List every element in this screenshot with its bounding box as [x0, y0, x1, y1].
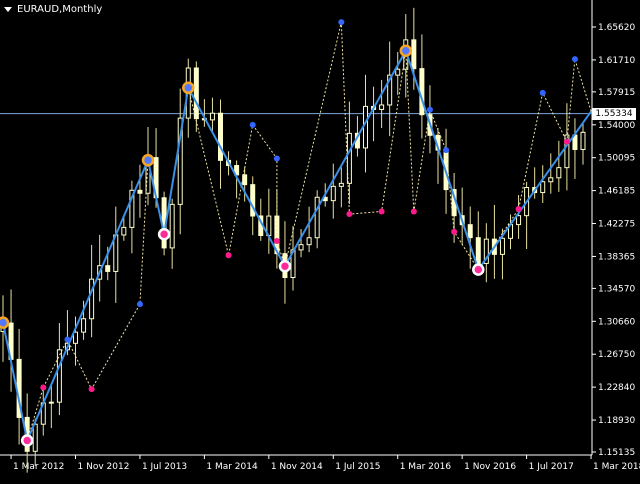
- candle-body-down: [411, 39, 417, 70]
- price-tick-label: 1.18930: [598, 416, 635, 426]
- price-tick-label: 1.46185: [598, 187, 635, 197]
- price-tick-label: 1.65620: [598, 23, 635, 33]
- candle-body-down: [105, 265, 111, 272]
- price-chart[interactable]: 1.65620 1.61710 1.57915 1.54000 1.50095 1.461…: [0, 0, 640, 480]
- major-high-marker: [0, 316, 10, 329]
- swing-low-dot: [225, 252, 232, 259]
- symbol-timeframe-label: EURAUD,Monthly: [17, 3, 103, 15]
- swing-high-dot: [443, 147, 450, 154]
- swing-high-dot: [136, 301, 143, 308]
- time-tick-label: 1 Mar 2018: [593, 462, 640, 472]
- swing-low-dot: [378, 208, 385, 215]
- candle-body-up: [81, 318, 87, 333]
- time-tick-label: 1 Mar 2014: [206, 462, 258, 472]
- price-tick-label: 1.34570: [598, 284, 635, 294]
- major-low-marker: [157, 228, 171, 241]
- chart-window[interactable]: 1.65620 1.61710 1.57915 1.54000 1.50095 1.461…: [0, 0, 640, 480]
- time-tick-label: 1 Jul 2015: [335, 462, 380, 472]
- time-tick-label: 1 Jul 2017: [529, 462, 574, 472]
- candle-body-down: [242, 174, 248, 186]
- price-tick-label: 1.54000: [598, 121, 635, 131]
- candle-body-down: [137, 189, 143, 194]
- swing-high-dot: [539, 89, 546, 96]
- swing-high-dot: [338, 19, 345, 26]
- swing-high-dot: [571, 56, 578, 63]
- candle-body-up: [314, 196, 320, 239]
- candle-body-down: [193, 67, 199, 120]
- candle-body-down: [467, 224, 473, 239]
- price-tick-label: 1.22840: [598, 383, 635, 393]
- time-tick-label: 1 Nov 2014: [271, 462, 323, 472]
- time-tick-label: 1 Nov 2016: [464, 462, 516, 472]
- time-tick-label: 1 Nov 2012: [78, 462, 130, 472]
- candle-body-up: [395, 68, 401, 76]
- swing-low-dot: [563, 138, 570, 145]
- candle-body-up: [306, 237, 312, 246]
- price-tick-label: 1.61710: [598, 56, 635, 66]
- swing-high-dot: [64, 336, 71, 343]
- candle-body-up: [516, 215, 522, 226]
- candle-body-up: [89, 278, 95, 320]
- price-tick-label: 1.42275: [598, 220, 635, 230]
- candle-body-up: [330, 185, 336, 202]
- swing-low-dot: [410, 208, 417, 215]
- price-tick-label: 1.38365: [598, 252, 635, 262]
- price-tick-label: 1.26750: [598, 350, 635, 360]
- major-low-marker: [20, 434, 34, 447]
- swing-low-dot: [451, 228, 458, 235]
- chart-title: EURAUD,Monthly: [2, 2, 102, 16]
- candle-body-up: [346, 132, 352, 184]
- candle-body-up: [548, 177, 554, 183]
- candle-body-up: [499, 237, 505, 255]
- candle-body-up: [556, 167, 562, 179]
- swing-low-dot: [273, 237, 280, 244]
- candle-body-up: [338, 182, 344, 187]
- major-high-marker: [182, 81, 195, 95]
- candle-body-up: [209, 112, 215, 121]
- time-tick-label: 1 Jul 2013: [142, 462, 187, 472]
- current-price-tag: 1.55334: [592, 107, 636, 120]
- major-high-marker: [141, 153, 155, 167]
- candle-body-up: [540, 181, 546, 194]
- candle-body-up: [121, 226, 127, 236]
- candle-body-down: [419, 68, 425, 116]
- swing-low-dot: [515, 206, 522, 213]
- price-tick-label: 1.50095: [598, 154, 635, 164]
- swing-high-dot: [273, 155, 280, 162]
- time-tick-label: 1 Mar 2012: [13, 462, 64, 472]
- major-low-marker: [278, 259, 292, 273]
- candle-body-up: [363, 105, 368, 149]
- swing-high-dot: [249, 121, 256, 128]
- chart-menu-icon[interactable]: [4, 6, 12, 12]
- candle-body-up: [169, 203, 175, 249]
- candle-body-up: [32, 423, 38, 452]
- candle-body-down: [218, 112, 223, 161]
- price-tick-label: 1.15135: [598, 448, 635, 458]
- swing-low-dot: [88, 386, 95, 393]
- swing-low-dot: [40, 384, 47, 391]
- major-low-marker: [472, 263, 485, 276]
- candle-body-down: [475, 237, 481, 264]
- swing-low-dot: [346, 211, 353, 218]
- candle-body-up: [48, 401, 54, 404]
- swing-high-dot: [426, 106, 433, 113]
- time-tick-label: 1 Mar 2016: [400, 462, 452, 472]
- candle-body-up: [298, 244, 304, 251]
- price-tick-label: 1.57915: [598, 88, 635, 98]
- major-high-marker: [399, 44, 413, 57]
- candle-body-up: [379, 104, 385, 110]
- candle-body-up: [580, 131, 586, 150]
- price-tick-label: 1.30660: [598, 317, 635, 327]
